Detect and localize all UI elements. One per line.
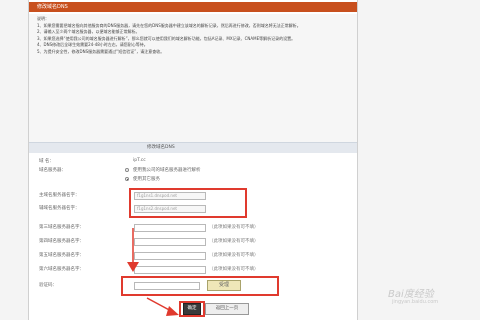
ns4-input[interactable]: [134, 238, 206, 246]
notice-label: 说明：: [37, 16, 49, 21]
domain-value: ipT.cc: [133, 158, 146, 163]
form-section-title: 修改域名DNS: [147, 145, 175, 150]
captcha-label: 验证码：: [39, 283, 57, 288]
radio-use-ours-label: 使用我公司的域名服务器进行解析: [133, 168, 201, 173]
ns6-input[interactable]: [134, 266, 206, 274]
ns6-hint: （此项如果没有可不填）: [209, 267, 259, 272]
domain-label: 域 名：: [39, 159, 54, 164]
ns4-label: 第四域名服务器名字：: [39, 239, 84, 244]
ns5-hint: （此项如果没有可不填）: [209, 253, 259, 258]
arrow-right-icon: [146, 297, 179, 316]
ns3-input[interactable]: [134, 224, 206, 232]
ns5-label: 第五域名服务器名字：: [39, 253, 84, 258]
radio-use-custom-label: 使用其它服务: [133, 177, 160, 182]
highlight-captcha: [121, 276, 279, 296]
ns4-hint: （此项如果没有可不填）: [209, 239, 259, 244]
ns3-hint: （此项如果没有可不填）: [209, 225, 259, 230]
highlight-submit: [179, 301, 205, 317]
dns-settings-panel: 修改域名DNS 说明： 1、如果您需要把域名指向其他服务商的DNS服务器，请先在…: [28, 0, 358, 320]
radio-use-ours[interactable]: [125, 168, 129, 172]
watermark-logo: Bai度经验: [388, 289, 434, 300]
ns2-label: 辅域名服务器名字：: [39, 206, 80, 211]
ns3-label: 第三域名服务器名字：: [39, 225, 84, 230]
ns1-label: 主域名服务器名字：: [39, 193, 80, 198]
dns-type-label: 域名服务器：: [39, 168, 66, 173]
form-section-header: 修改域名DNS: [29, 142, 357, 153]
highlight-ns-fields: [129, 188, 247, 218]
ns6-label: 第六域名服务器名字：: [39, 267, 84, 272]
notice-line-5: 5、为提升安全性，修改DNS服务器需要通过“短信验证”，请注意查收。: [37, 48, 165, 54]
arrow-down-icon: [127, 228, 139, 272]
notice-line-2: 2、请输入至少两个域名服务器，以便域名能够正常解析。: [37, 29, 140, 35]
radio-use-custom[interactable]: [125, 177, 129, 181]
notice-line-4: 4、DNS修改后全球生效需要24-48小时左右，请您耐心等待。: [37, 42, 148, 48]
watermark-url: jingyan.baidu.com: [392, 299, 439, 305]
back-button[interactable]: 返回上一页: [205, 303, 249, 315]
panel-header: 修改域名DNS: [29, 2, 357, 12]
ns5-input[interactable]: [134, 252, 206, 260]
panel-title: 修改域名DNS: [37, 4, 68, 10]
notice-box: 说明： 1、如果您需要把域名指向其他服务商的DNS服务器，请先在您的DNS服务器…: [29, 14, 357, 142]
